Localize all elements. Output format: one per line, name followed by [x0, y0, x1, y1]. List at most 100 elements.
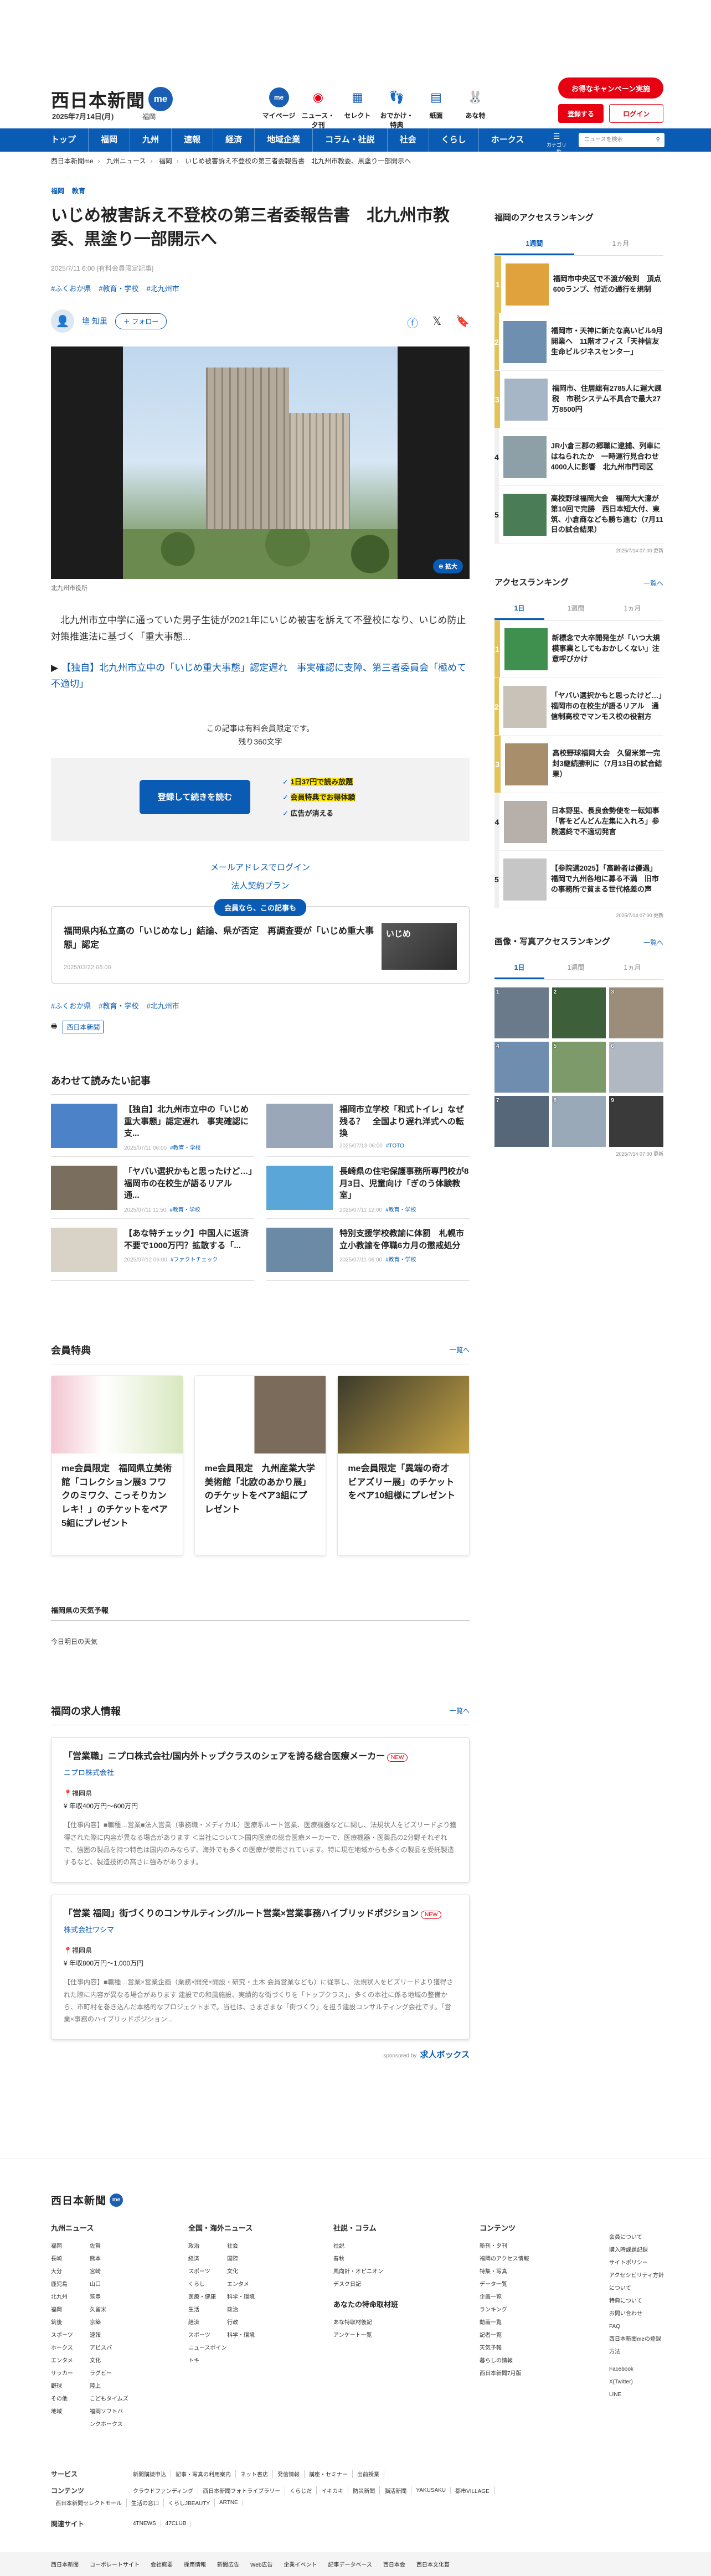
related-tag[interactable]: #教育・学校: [170, 1145, 201, 1151]
footer-link[interactable]: 野球: [51, 2380, 90, 2393]
corporate-plan-link[interactable]: 法人契約プラン: [51, 877, 470, 895]
photo-ranking-item[interactable]: 7: [494, 1096, 549, 1147]
footer-link[interactable]: スポーツ: [188, 2329, 227, 2342]
footer-link[interactable]: エンタメ: [51, 2355, 90, 2367]
footer-link[interactable]: 西日本新聞7月版: [480, 2367, 529, 2380]
author-name[interactable]: 壇 知里: [82, 315, 107, 327]
footer-link[interactable]: 政治: [227, 2304, 266, 2316]
footer-link[interactable]: 宮崎: [90, 2265, 128, 2278]
category-menu-button[interactable]: ☰ カテゴリ一覧: [545, 132, 568, 156]
hashtag[interactable]: #北九州市: [146, 1002, 179, 1010]
footer-link[interactable]: 西日本新聞フォトライブラリー: [198, 2486, 286, 2495]
photo-ranking-item[interactable]: 9: [609, 1096, 663, 1147]
gnav-item[interactable]: 速報: [172, 128, 214, 152]
footer-link[interactable]: Web広告: [250, 2560, 272, 2568]
footer-link[interactable]: FAQ: [609, 2320, 664, 2333]
nav-select[interactable]: ▦ セレクト: [338, 87, 377, 130]
jobs-more-link[interactable]: 一覧へ: [450, 1706, 470, 1715]
footer-link[interactable]: 記者一覧: [480, 2329, 529, 2342]
footer-link[interactable]: くらし: [188, 2278, 227, 2291]
breadcrumb-link[interactable]: 九州ニュース: [106, 157, 146, 165]
member-article-card[interactable]: 会員なら、この記事も 福岡県内私立高の「いじめなし」結論、県が否定 再調査要が「…: [51, 898, 470, 984]
tab-day[interactable]: 1日: [494, 957, 544, 979]
ranking-item[interactable]: 1 新標念で大卒開発生が「いつ大規模事業としてもおかしくない」注意呼びかけ: [494, 620, 663, 678]
footer-link[interactable]: 47CLUB: [161, 2521, 192, 2527]
footer-link[interactable]: 熊本: [90, 2253, 128, 2265]
related-article[interactable]: 【あな特チェック】中国人に返済不要で1000万円？拡散する「... 2025/07…: [51, 1227, 254, 1281]
search-input[interactable]: ニュースを検索 ⚲: [579, 133, 664, 147]
footer-link[interactable]: 福岡ソフトバンクホークス: [90, 2406, 128, 2431]
footer-link[interactable]: 新聞広告: [217, 2560, 239, 2568]
footer-link[interactable]: 防災新聞: [348, 2486, 380, 2495]
footer-link[interactable]: アクセシビリティ方針について: [609, 2269, 664, 2295]
follow-button[interactable]: ＋ フォロー: [115, 313, 167, 329]
photo-more-link[interactable]: 一覧へ: [643, 938, 663, 947]
nav-news[interactable]: ◉ ニュース・夕刊: [298, 87, 338, 130]
footer-link[interactable]: ネット書店: [236, 2470, 273, 2478]
footer-link[interactable]: くらしJBEAUTY: [164, 2499, 215, 2507]
ranking-item[interactable]: 5 高校野球福岡大会 福岡大大濠が第10回で完勝 西日本短大付、東筑、小倉商なども…: [494, 486, 663, 544]
photo-ranking-item[interactable]: 2: [552, 987, 606, 1038]
footer-link[interactable]: 新聞購読申込: [128, 2470, 171, 2478]
social-link[interactable]: X(Twitter): [609, 2376, 664, 2388]
article-photo[interactable]: ⊕ 拡大: [51, 346, 470, 580]
hashtag[interactable]: #教育・学校: [99, 285, 138, 293]
footer-logo[interactable]: 西日本新聞 me: [51, 2192, 123, 2207]
footer-link[interactable]: 生活: [188, 2304, 227, 2316]
photo-ranking-item[interactable]: 1: [494, 987, 549, 1038]
tab-week[interactable]: 1週間: [551, 598, 601, 620]
related-tag[interactable]: #TOTO: [386, 1143, 404, 1149]
footer-link[interactable]: 暮らしの情報: [480, 2355, 529, 2367]
breadcrumb-link[interactable]: 西日本新聞me: [51, 157, 94, 165]
kyujinbox-logo[interactable]: 求人ボックス: [420, 2050, 470, 2060]
footer-link[interactable]: 特典について: [609, 2295, 664, 2308]
perk-card[interactable]: me会員限定 九州産業大学美術館「北欧のあかり展」のチケットをペア3組にプレゼン…: [194, 1375, 327, 1556]
hashtag[interactable]: #北九州市: [146, 285, 179, 293]
ranking-item[interactable]: 4 JR小倉三郡の郷職に逮捕、列車にはねられたか 一時運行見合わせ4000人に影響…: [494, 428, 663, 486]
ranking-item[interactable]: 3 福岡市、住居総有2785人に遅大課税 市税システム不具合で最大27万8500円: [494, 371, 663, 428]
footer-link[interactable]: 西日本新聞セレクトモール: [51, 2499, 127, 2507]
job-card[interactable]: 「営業 福岡」街づくりのコンサルティング/ルート営業×営業事務ハイブリッドポジシ…: [51, 1894, 470, 2040]
gnav-item[interactable]: 社会: [388, 128, 429, 152]
footer-link[interactable]: 北九州: [51, 2291, 90, 2304]
email-login-link[interactable]: メールアドレスでログイン: [51, 858, 470, 877]
weather-today[interactable]: 今日明日の天気: [51, 1637, 470, 1646]
footer-link[interactable]: データ一覧: [480, 2278, 529, 2291]
ranking-item[interactable]: 2 「ヤバい選択かもと思ったけど…」福岡市の在校生が語るリアル 通信制高校でマンモ…: [494, 678, 663, 736]
footer-link[interactable]: 長崎: [51, 2253, 90, 2265]
footer-link[interactable]: 企画一覧: [480, 2291, 529, 2304]
hashtag[interactable]: #ふくおか県: [51, 1002, 91, 1010]
register-button[interactable]: 登録する: [558, 104, 604, 123]
author-avatar-icon[interactable]: 👤: [51, 309, 74, 333]
campaign-button[interactable]: お得なキャンペーン実施: [558, 77, 663, 99]
job-card[interactable]: 「営業職」ニプロ株式会社/国内外トップクラスのシェアを誇る総合医療メーカー NEW…: [51, 1737, 470, 1882]
related-article[interactable]: 特別支援学校教諭に体罰 札幌市立小教諭を停職6カ月の懲戒処分 2025/07/11…: [266, 1227, 470, 1281]
footer-link[interactable]: 西日本会: [383, 2560, 405, 2568]
access-more-link[interactable]: 一覧へ: [643, 578, 663, 588]
footer-link[interactable]: イキカキ: [317, 2486, 349, 2495]
photo-ranking-item[interactable]: 4: [494, 1042, 549, 1093]
perk-card[interactable]: me会員限定 福岡県立美術館「コレクション展3 フワクのミワク、こっそりカンレキ…: [51, 1375, 183, 1556]
tab-week[interactable]: 1週間: [494, 233, 574, 255]
gnav-item[interactable]: ホークス: [479, 128, 537, 152]
gnav-item[interactable]: 福岡: [89, 128, 131, 152]
footer-link[interactable]: 政治: [188, 2240, 227, 2253]
ranking-item[interactable]: 2 福岡市・天神に新たな高いビル9月開業へ 11階オフィス「天神信友生命ビルジネス…: [494, 313, 663, 371]
footer-link[interactable]: クラウドファンディング: [128, 2486, 199, 2495]
footer-link[interactable]: 発信情報: [273, 2470, 305, 2478]
footer-link[interactable]: 鹿児島: [51, 2278, 90, 2291]
perks-more-link[interactable]: 一覧へ: [450, 1345, 470, 1354]
ranking-item[interactable]: 3 高校野球福岡大会 久留米第一完封3継続勝利に（7月13日の試合結果）: [494, 736, 663, 793]
footer-link[interactable]: スポーツ: [51, 2329, 90, 2342]
footer-link[interactable]: 会員について: [609, 2231, 664, 2244]
facebook-icon[interactable]: ⓕ: [407, 314, 418, 330]
related-tag[interactable]: #ファクトチェック: [171, 1257, 218, 1263]
photo-ranking-item[interactable]: 6: [609, 1042, 663, 1093]
nav-anatoku[interactable]: 🐰 あな特: [456, 87, 495, 130]
footer-link[interactable]: スポーツ: [188, 2265, 227, 2278]
photo-ranking-item[interactable]: 8: [552, 1096, 606, 1147]
footer-link[interactable]: こどもタイムズ: [90, 2393, 128, 2406]
footer-link[interactable]: 天気予報: [480, 2342, 529, 2355]
footer-link[interactable]: 陸上: [90, 2380, 128, 2393]
related-article[interactable]: 福岡市立学校「和式トイレ」なぜ残る？ 全国より遅れ洋式への転換 2025/07/1…: [266, 1103, 470, 1157]
